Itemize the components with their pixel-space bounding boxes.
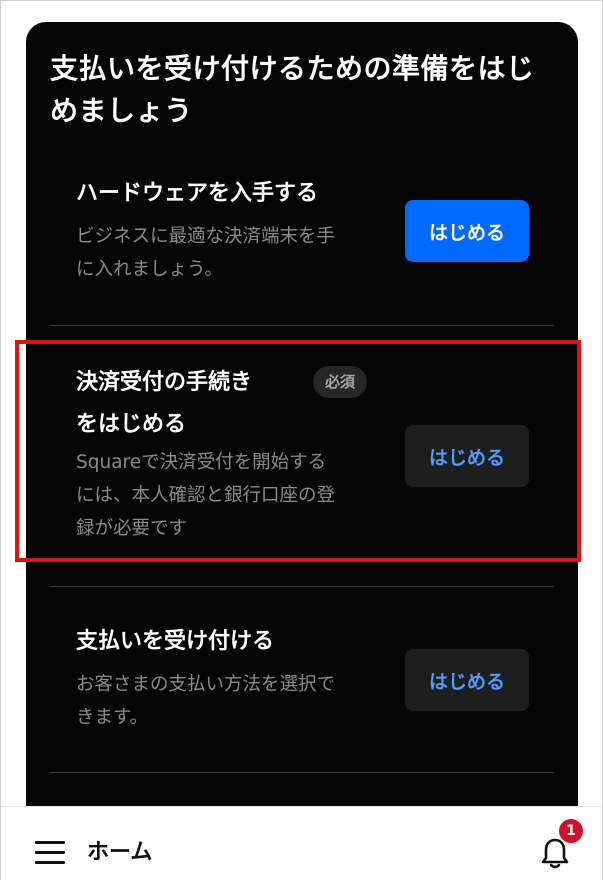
home-label: ホーム bbox=[87, 840, 153, 865]
item-accept-desc-line1: お客さまの支払い方法を選択で bbox=[76, 674, 336, 695]
item-accept-title: 支払いを受け付ける bbox=[76, 629, 275, 654]
divider-3 bbox=[50, 772, 554, 773]
item-accept-description: お客さまの支払い方法を選択で きます。 bbox=[76, 668, 335, 734]
hamburger-menu-icon[interactable] bbox=[35, 841, 65, 865]
bottom-nav-bar: ホーム 1 bbox=[1, 806, 602, 880]
item-accept-payments: 支払いを受け付ける お客さまの支払い方法を選択で きます。 はじめる bbox=[26, 22, 578, 774]
notification-count-badge: 1 bbox=[559, 819, 583, 843]
setup-card: 支払いを受け付けるための準備をはじ めましょう ハードウェアを入手する ビジネス… bbox=[26, 22, 578, 842]
item-accept-desc-line2: きます。 bbox=[76, 707, 149, 728]
accept-payments-start-button[interactable]: はじめる bbox=[405, 649, 529, 711]
